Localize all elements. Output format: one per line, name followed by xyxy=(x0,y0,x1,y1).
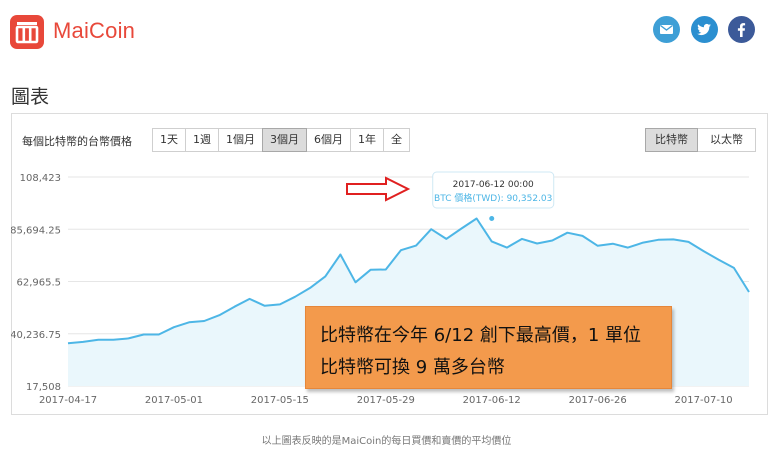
range-6m-button[interactable]: 6個月 xyxy=(306,128,351,152)
y-tick-label: 62,965.5 xyxy=(16,278,61,289)
range-1d-button[interactable]: 1天 xyxy=(152,128,186,152)
x-tick-label: 2017-05-01 xyxy=(145,395,203,406)
callout-line-2: 比特幣可換 9 萬多台幣 xyxy=(320,357,505,378)
ether-button[interactable]: 以太幣 xyxy=(697,128,756,152)
email-icon[interactable] xyxy=(653,16,680,43)
site-header: MaiCoin xyxy=(0,0,773,64)
currency-selector: 比特幣 以太幣 xyxy=(645,128,756,152)
logo-text[interactable]: MaiCoin xyxy=(53,18,135,44)
bitcoin-button[interactable]: 比特幣 xyxy=(645,128,698,152)
x-tick-label: 2017-05-15 xyxy=(251,395,309,406)
y-tick-label: 108,423 xyxy=(20,173,61,184)
x-tick-label: 2017-06-12 xyxy=(463,395,521,406)
facebook-icon[interactable] xyxy=(728,16,755,43)
range-1y-button[interactable]: 1年 xyxy=(350,128,384,152)
footer-note: 以上圖表反映的是MaiCoin的每日買價和賣價的平均價位 xyxy=(261,436,512,447)
x-tick-label: 2017-05-29 xyxy=(357,395,415,406)
annotation-callout: 比特幣在今年 6/12 創下最高價，1 單位 比特幣可換 9 萬多台幣 xyxy=(305,306,672,389)
x-tick-label: 2017-04-17 xyxy=(39,395,97,406)
tooltip-value: BTC 價格(TWD): 90,352.03 xyxy=(434,192,552,204)
pointer-arrow-icon xyxy=(346,176,411,202)
y-tick-label: 85,694.25 xyxy=(11,225,61,236)
x-tick-label: 2017-07-10 xyxy=(675,395,733,406)
range-1m-button[interactable]: 1個月 xyxy=(218,128,263,152)
range-3m-button[interactable]: 3個月 xyxy=(262,128,307,152)
chart-panel-label: 每個比特幣的台幣價格 xyxy=(22,135,132,148)
x-tick-label: 2017-06-26 xyxy=(569,395,627,406)
callout-line-1: 比特幣在今年 6/12 創下最高價，1 單位 xyxy=(320,325,642,346)
y-tick-label: 17,508 xyxy=(26,382,61,393)
twitter-icon[interactable] xyxy=(691,16,718,43)
page-title: 圖表 xyxy=(11,86,50,108)
maicoin-logo-icon[interactable] xyxy=(10,15,44,49)
peak-point xyxy=(488,215,496,223)
y-tick-label: 40,236.75 xyxy=(11,330,61,341)
tooltip-date: 2017-06-12 00:00 xyxy=(453,180,534,190)
range-selector: 1天 1週 1個月 3個月 6個月 1年 全 xyxy=(152,128,410,152)
range-1w-button[interactable]: 1週 xyxy=(185,128,219,152)
range-all-button[interactable]: 全 xyxy=(383,128,410,152)
